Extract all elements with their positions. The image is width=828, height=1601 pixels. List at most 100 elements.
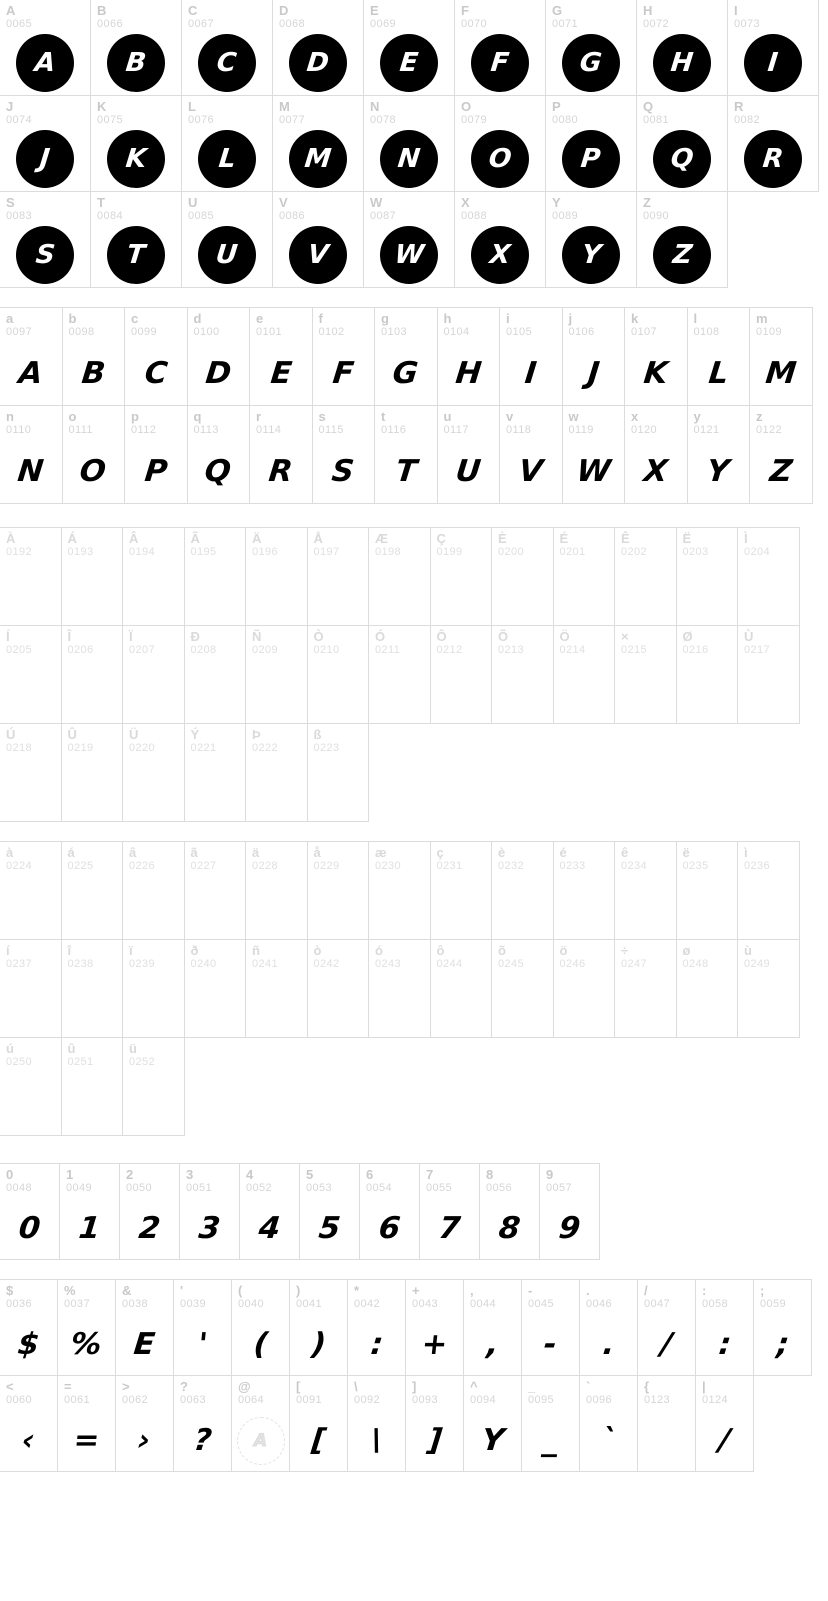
glyph-cell[interactable]: [0091[	[289, 1375, 348, 1472]
glyph-cell[interactable]: = 0061 =	[57, 1375, 116, 1472]
glyph-cell[interactable]: D 0068 D	[272, 0, 364, 96]
glyph-cell[interactable]: i 0105 I	[499, 307, 563, 406]
glyph-cell[interactable]: L 0076 L	[181, 95, 273, 192]
glyph-cell[interactable]: y 0121 Y	[686, 405, 750, 504]
glyph-cell[interactable]: ] 0093]	[405, 1375, 464, 1472]
glyph-cell[interactable]: Æ 0198	[368, 527, 431, 626]
glyph-cell[interactable]: 2 0050 2	[119, 1163, 180, 1260]
glyph-cell[interactable]: ó 0243	[368, 939, 431, 1038]
glyph-cell[interactable]: ò 0242	[306, 939, 369, 1038]
glyph-cell[interactable]: 6 0054 6	[359, 1163, 420, 1260]
glyph-cell[interactable]: 9 0057 9	[539, 1163, 600, 1260]
glyph-cell[interactable]: l 0108 L	[686, 307, 750, 406]
glyph-cell[interactable]: 8 0056 8	[479, 1163, 540, 1260]
glyph-cell[interactable]: ä 0228	[245, 841, 308, 940]
glyph-cell[interactable]: K 0075 K	[90, 95, 182, 192]
glyph-cell[interactable]: Ç 0199	[429, 527, 492, 626]
glyph-cell[interactable]: Â 0194	[122, 527, 185, 626]
glyph-cell[interactable]: Y 0089 Y	[545, 191, 637, 288]
glyph-cell[interactable]: ? 0063?	[173, 1375, 232, 1472]
glyph-cell[interactable]: ì 0236	[737, 841, 800, 940]
glyph-cell[interactable]: -0045-	[521, 1279, 580, 1376]
glyph-cell[interactable]: P 0080 P	[545, 95, 637, 192]
glyph-cell[interactable]: Ú 0218	[0, 723, 62, 822]
glyph-cell[interactable]: ö 0246	[552, 939, 615, 1038]
glyph-cell[interactable]: ð 0240	[183, 939, 246, 1038]
glyph-cell[interactable]: Á 0193	[60, 527, 123, 626]
glyph-cell[interactable]: æ 0230	[368, 841, 431, 940]
glyph-cell[interactable]: x 0120 X	[624, 405, 688, 504]
glyph-cell[interactable]: E 0069 E	[363, 0, 455, 96]
glyph-cell[interactable]: à 0224	[0, 841, 62, 940]
glyph-cell[interactable]: ê 0234	[614, 841, 677, 940]
glyph-cell[interactable]: Î 0206	[60, 625, 123, 724]
glyph-cell[interactable]: {0123	[637, 1375, 696, 1472]
glyph-cell[interactable]: Ü 0220	[122, 723, 185, 822]
glyph-cell[interactable]: Z 0090 Z	[636, 191, 728, 288]
glyph-cell[interactable]: O 0079 O	[454, 95, 546, 192]
glyph-cell[interactable]: × 0215	[614, 625, 677, 724]
glyph-cell[interactable]: F 0070 F	[454, 0, 546, 96]
glyph-cell[interactable]: N 0078 N	[363, 95, 455, 192]
glyph-cell[interactable]: Å 0197	[306, 527, 369, 626]
glyph-cell[interactable]: ô 0244	[429, 939, 492, 1038]
glyph-cell[interactable]: v 0118 V	[499, 405, 563, 504]
glyph-cell[interactable]: & 0038 E	[115, 1279, 174, 1376]
glyph-cell[interactable]: q 0113 Q	[186, 405, 250, 504]
glyph-cell[interactable]: å 0229	[306, 841, 369, 940]
glyph-cell[interactable]: á 0225	[60, 841, 123, 940]
glyph-cell[interactable]: s 0115 S	[311, 405, 375, 504]
glyph-cell[interactable]: ü 0252	[122, 1037, 185, 1136]
glyph-cell[interactable]: û 0251	[60, 1037, 123, 1136]
glyph-cell[interactable]: ' 0039 '	[173, 1279, 232, 1376]
glyph-cell[interactable]: b 0098 B	[61, 307, 125, 406]
glyph-cell[interactable]: w 0119 W	[561, 405, 625, 504]
glyph-cell[interactable]: e 0101 E	[249, 307, 313, 406]
glyph-cell[interactable]: 7 0055 7	[419, 1163, 480, 1260]
glyph-cell[interactable]: a 0097 A	[0, 307, 63, 406]
glyph-cell[interactable]: :0058:	[695, 1279, 754, 1376]
glyph-cell[interactable]: Ä 0196	[245, 527, 308, 626]
glyph-cell[interactable]: 3 0051 3	[179, 1163, 240, 1260]
glyph-cell[interactable]: c 0099 C	[124, 307, 188, 406]
glyph-cell[interactable]: j 0106 J	[561, 307, 625, 406]
glyph-cell[interactable]: Ì 0204	[737, 527, 800, 626]
glyph-cell[interactable]: M 0077 M	[272, 95, 364, 192]
glyph-cell[interactable]: W 0087 W	[363, 191, 455, 288]
glyph-cell[interactable]: X 0088 X	[454, 191, 546, 288]
glyph-cell[interactable]: R 0082 R	[727, 95, 819, 192]
glyph-cell[interactable]: ã 0227	[183, 841, 246, 940]
glyph-cell[interactable]: S 0083 S	[0, 191, 91, 288]
glyph-cell[interactable]: í 0237	[0, 939, 62, 1038]
glyph-cell[interactable]: h 0104 H	[436, 307, 500, 406]
glyph-cell[interactable]: 0 0048 0	[0, 1163, 60, 1260]
glyph-cell[interactable]: Ã 0195	[183, 527, 246, 626]
glyph-cell[interactable]: J 0074 J	[0, 95, 91, 192]
glyph-cell[interactable]: , 0044,	[463, 1279, 522, 1376]
glyph-cell[interactable]: u 0117 U	[436, 405, 500, 504]
glyph-cell[interactable]: d 0100 D	[186, 307, 250, 406]
glyph-cell[interactable]: % 0037%	[57, 1279, 116, 1376]
glyph-cell[interactable]: ) 0041)	[289, 1279, 348, 1376]
glyph-cell[interactable]: C 0067 C	[181, 0, 273, 96]
glyph-cell[interactable]: è 0232	[491, 841, 554, 940]
glyph-cell[interactable]: A 0065 A	[0, 0, 91, 96]
glyph-cell[interactable]: /0047/	[637, 1279, 696, 1376]
glyph-cell[interactable]: z 0122 Z	[749, 405, 813, 504]
glyph-cell[interactable]: Ö 0214	[552, 625, 615, 724]
glyph-cell[interactable]: p 0112 P	[124, 405, 188, 504]
glyph-cell[interactable]: V 0086 V	[272, 191, 364, 288]
glyph-cell[interactable]: @0064 A	[231, 1375, 290, 1472]
glyph-cell[interactable]: >0062 ›	[115, 1375, 174, 1472]
glyph-cell[interactable]: r 0114 R	[249, 405, 313, 504]
glyph-cell[interactable]: ` 0096 `	[579, 1375, 638, 1472]
glyph-cell[interactable]: $0036 $	[0, 1279, 58, 1376]
glyph-cell[interactable]: 5 0053 5	[299, 1163, 360, 1260]
glyph-cell[interactable]: õ 0245	[491, 939, 554, 1038]
glyph-cell[interactable]: Û 0219	[60, 723, 123, 822]
glyph-cell[interactable]: \ 0092 \	[347, 1375, 406, 1472]
glyph-cell[interactable]: t 0116 T	[374, 405, 438, 504]
glyph-cell[interactable]: Ð 0208	[183, 625, 246, 724]
glyph-cell[interactable]: Õ 0213	[491, 625, 554, 724]
glyph-cell[interactable]: Í 0205	[0, 625, 62, 724]
